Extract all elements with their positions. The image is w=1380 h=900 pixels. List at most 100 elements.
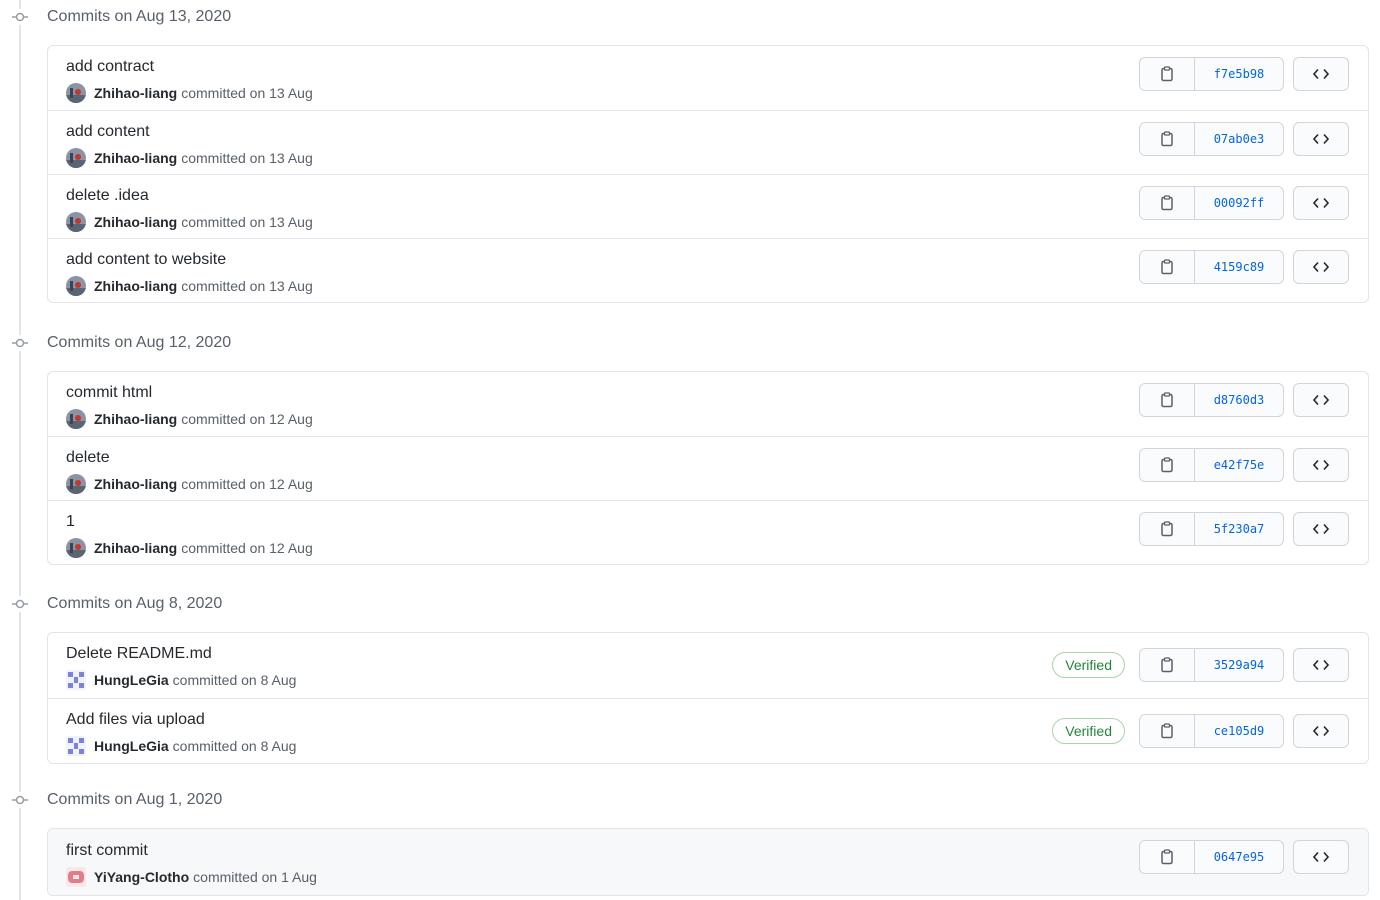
copy-sha-button[interactable] [1140,251,1195,283]
avatar[interactable] [66,148,86,168]
commit-author[interactable]: Zhihao-liang [94,85,177,101]
verified-badge[interactable]: Verified [1052,652,1125,678]
commit-row: delete .idea Zhihao-liang committed on 1… [48,174,1368,238]
sha-button-group: d8760d3 [1139,383,1284,417]
verified-badge[interactable]: Verified [1052,718,1125,744]
browse-repo-button[interactable] [1293,648,1349,682]
sha-button-group: 3529a94 [1139,648,1284,682]
browse-repo-button[interactable] [1293,512,1349,546]
commit-meta: Zhihao-liang committed on 13 Aug [66,148,313,168]
copy-sha-button[interactable] [1140,384,1195,416]
commit-message[interactable]: first commit [66,842,148,860]
avatar[interactable] [66,867,86,887]
clipboard-icon [1161,392,1173,408]
clipboard-icon [1161,657,1173,673]
browse-repo-button[interactable] [1293,57,1349,91]
copy-sha-button[interactable] [1140,187,1195,219]
commit-author[interactable]: Zhihao-liang [94,411,177,427]
avatar[interactable] [66,409,86,429]
commit-sha-link[interactable]: ce105d9 [1195,715,1283,747]
commit-group: Commits on Aug 8, 2020 Delete README.md … [0,587,1380,764]
copy-sha-button[interactable] [1140,715,1195,747]
commit-sha-link[interactable]: 00092ff [1195,187,1283,219]
copy-sha-button[interactable] [1140,58,1195,90]
commit-author[interactable]: HungLeGia [94,738,169,754]
commit-group-header: Commits on Aug 8, 2020 [0,587,1380,621]
browse-repo-button[interactable] [1293,186,1349,220]
commit-message[interactable]: commit html [66,384,152,402]
commit-author[interactable]: Zhihao-liang [94,150,177,166]
browse-repo-button[interactable] [1293,714,1349,748]
commit-sha-link[interactable]: 3529a94 [1195,649,1283,681]
commit-message[interactable]: delete [66,449,110,467]
commit-actions: 5f230a7 [1139,512,1349,546]
commit-author[interactable]: Zhihao-liang [94,476,177,492]
commit-sha-link[interactable]: 4159c89 [1195,251,1283,283]
commit-date: committed on 1 Aug [193,869,317,885]
clipboard-icon [1161,195,1173,211]
commit-message[interactable]: Delete README.md [66,645,212,663]
code-icon [1313,523,1329,535]
code-icon [1313,459,1329,471]
commit-date: committed on 12 Aug [181,411,313,427]
commit-sha-link[interactable]: 5f230a7 [1195,513,1283,545]
commit-row: commit html Zhihao-liang committed on 12… [48,372,1368,436]
clipboard-icon [1161,723,1173,739]
commit-message[interactable]: add contract [66,58,154,76]
sha-button-group: f7e5b98 [1139,57,1284,91]
commit-group-title: Commits on Aug 13, 2020 [47,8,232,25]
commit-group: Commits on Aug 1, 2020 first commit YiYa… [0,783,1380,896]
copy-sha-button[interactable] [1140,513,1195,545]
avatar[interactable] [66,474,86,494]
browse-repo-button[interactable] [1293,383,1349,417]
copy-sha-button[interactable] [1140,449,1195,481]
avatar[interactable] [66,212,86,232]
browse-repo-button[interactable] [1293,250,1349,284]
commit-sha-link[interactable]: d8760d3 [1195,384,1283,416]
commit-actions: 07ab0e3 [1139,122,1349,156]
commit-row: delete Zhihao-liang committed on 12 Aug … [48,436,1368,500]
avatar[interactable] [66,670,86,690]
commit-list: add contract Zhihao-liang committed on 1… [47,45,1369,303]
avatar[interactable] [66,736,86,756]
avatar[interactable] [66,83,86,103]
commit-sha-link[interactable]: f7e5b98 [1195,58,1283,90]
commit-message[interactable]: add content [66,123,150,141]
commit-actions: Verified 3529a94 [1052,648,1349,682]
commit-author[interactable]: Zhihao-liang [94,214,177,230]
commit-author[interactable]: YiYang-Clotho [94,869,189,885]
browse-repo-button[interactable] [1293,448,1349,482]
browse-repo-button[interactable] [1293,122,1349,156]
avatar[interactable] [66,276,86,296]
copy-sha-button[interactable] [1140,649,1195,681]
commit-author[interactable]: HungLeGia [94,672,169,688]
commit-actions: 4159c89 [1139,250,1349,284]
commit-group-header: Commits on Aug 12, 2020 [0,326,1380,360]
clipboard-icon [1161,457,1173,473]
commit-date: committed on 12 Aug [181,540,313,556]
commit-actions: 0647e95 [1139,840,1349,874]
git-commit-icon [12,335,28,351]
commit-actions: Verified ce105d9 [1052,714,1349,748]
commit-row: Add files via upload HungLeGia committed… [48,698,1368,763]
browse-repo-button[interactable] [1293,840,1349,874]
commit-message[interactable]: 1 [66,513,75,531]
commit-message[interactable]: delete .idea [66,187,149,205]
commit-row: add content to website Zhihao-liang comm… [48,238,1368,302]
commit-author[interactable]: Zhihao-liang [94,540,177,556]
commit-author[interactable]: Zhihao-liang [94,278,177,294]
commit-row: 1 Zhihao-liang committed on 12 Aug 5f230… [48,500,1368,564]
avatar[interactable] [66,538,86,558]
copy-sha-button[interactable] [1140,123,1195,155]
commit-group-title: Commits on Aug 8, 2020 [47,595,223,612]
commit-meta: Zhihao-liang committed on 12 Aug [66,409,313,429]
commit-meta: HungLeGia committed on 8 Aug [66,736,296,756]
commit-sha-link[interactable]: 07ab0e3 [1195,123,1283,155]
commit-sha-link[interactable]: e42f75e [1195,449,1283,481]
copy-sha-button[interactable] [1140,841,1195,873]
commit-message[interactable]: add content to website [66,251,226,269]
commit-list: commit html Zhihao-liang committed on 12… [47,371,1369,565]
commit-sha-link[interactable]: 0647e95 [1195,841,1283,873]
commit-row: add contract Zhihao-liang committed on 1… [48,46,1368,110]
commit-message[interactable]: Add files via upload [66,711,205,729]
